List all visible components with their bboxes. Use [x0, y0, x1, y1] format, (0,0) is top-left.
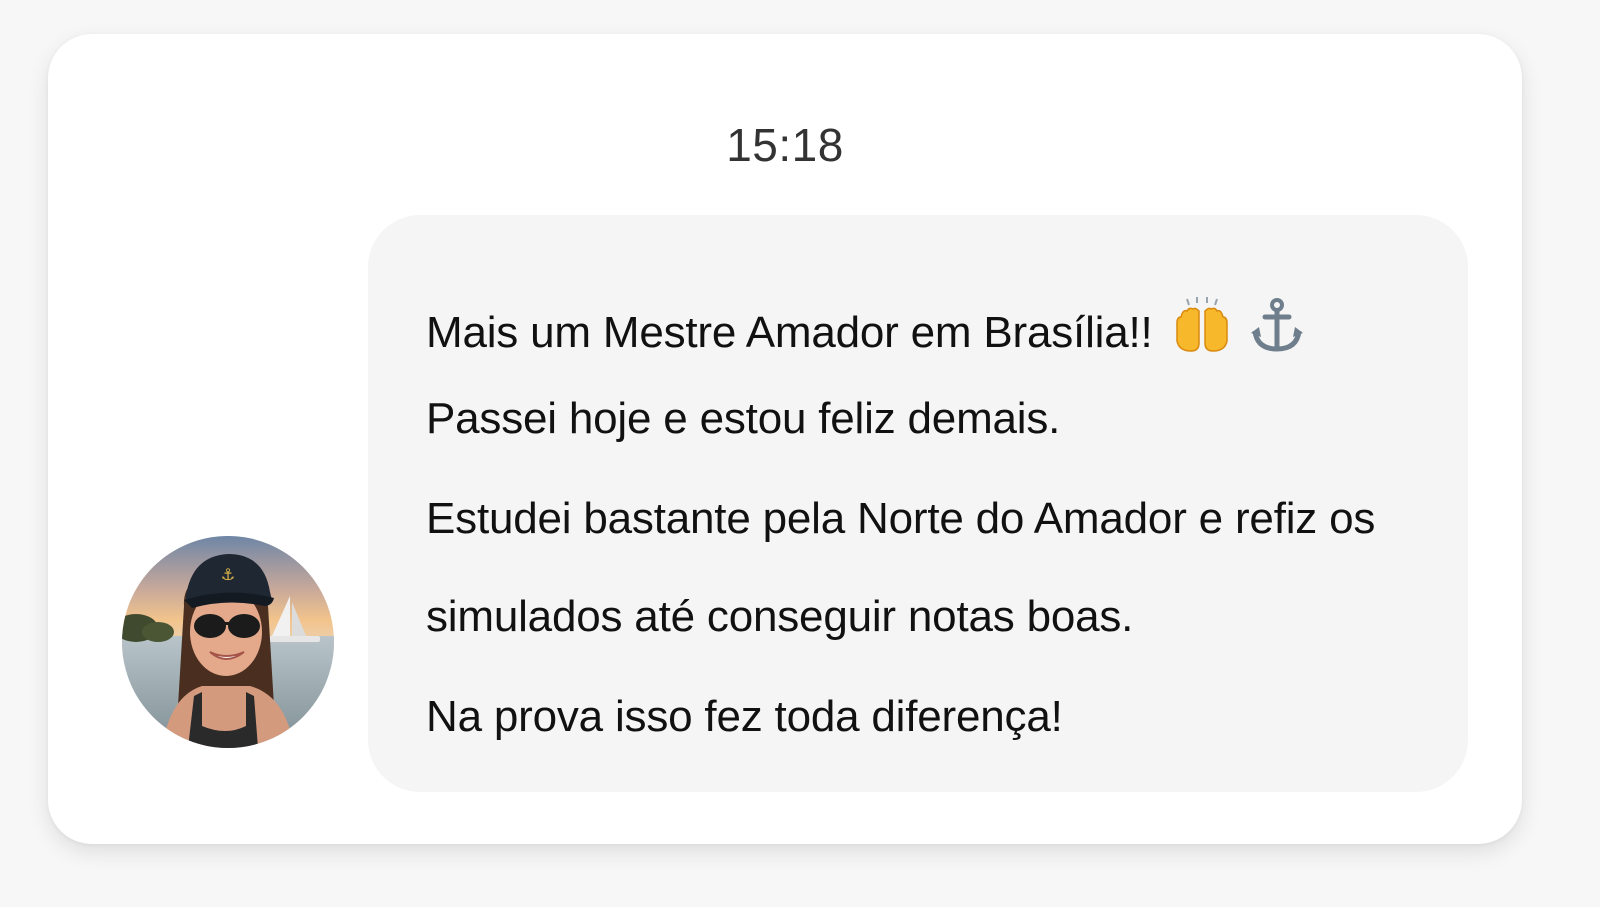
- svg-text:⚓: ⚓: [221, 565, 235, 584]
- avatar-photo: ⚓: [122, 536, 334, 748]
- message-bubble[interactable]: Mais um Mestre Amador em Brasília!! Pass…: [368, 215, 1468, 792]
- raising-hands-icon: [1173, 297, 1231, 353]
- message-line: simulados até conseguir notas boas.: [426, 592, 1134, 641]
- message-line: Na prova isso fez toda diferença!: [426, 692, 1063, 741]
- chat-card: 15:18 ⚓ Mais um Mestre Amador em Brasíli…: [48, 34, 1522, 844]
- message-line: Passei hoje e estou feliz demais.: [426, 394, 1061, 443]
- anchor-icon: [1249, 297, 1305, 353]
- message-line: Mais um Mestre Amador em Brasília!!: [426, 297, 1305, 355]
- avatar[interactable]: ⚓: [122, 536, 334, 748]
- message-line: Estudei bastante pela Norte do Amador e …: [426, 494, 1376, 543]
- message-timestamp: 15:18: [726, 119, 844, 171]
- message-text: Mais um Mestre Amador em Brasília!!: [426, 308, 1153, 357]
